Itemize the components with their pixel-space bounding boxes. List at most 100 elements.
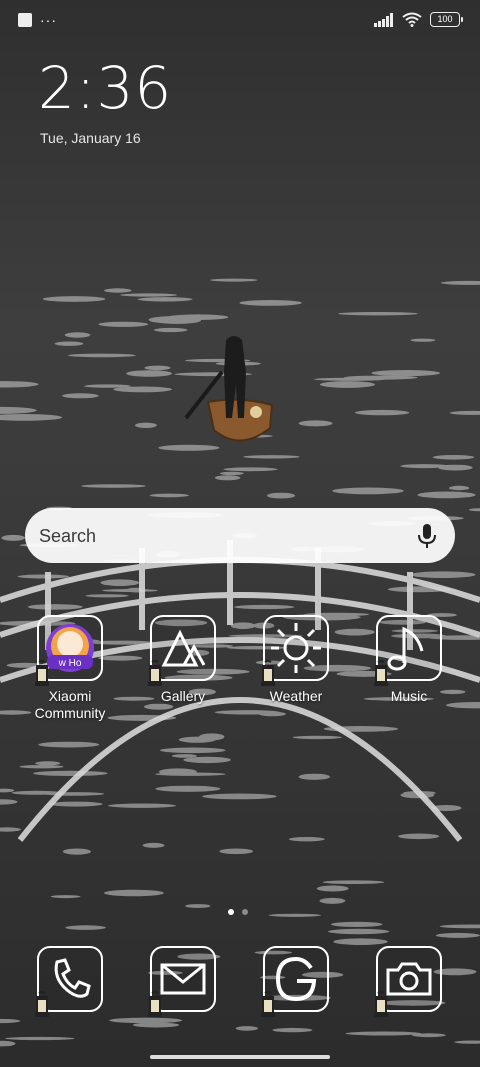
water-ripple: [153, 327, 188, 333]
water-ripple: [126, 370, 172, 377]
water-ripple: [316, 885, 349, 892]
water-ripple: [62, 848, 91, 855]
water-ripple: [102, 589, 158, 592]
water-ripple: [65, 925, 106, 930]
app-label: Gallery: [160, 688, 206, 704]
water-ripple: [85, 594, 129, 598]
water-ripple: [288, 837, 325, 842]
water-ripple: [104, 288, 132, 293]
weather-icon: [261, 615, 329, 686]
status-bar: ··· 100: [0, 0, 480, 44]
clock-time[interactable]: 2:36: [38, 54, 172, 122]
water-ripple: [113, 386, 172, 393]
water-ripple: [49, 801, 103, 807]
camera-icon: [374, 946, 442, 1017]
clock-date[interactable]: Tue, January 16: [40, 130, 141, 146]
app-label: Xiaomi Community: [34, 688, 106, 721]
water-ripple: [272, 1027, 313, 1033]
water-ripple: [160, 747, 226, 754]
microphone-icon[interactable]: [417, 523, 437, 549]
lantern-icon: [35, 660, 49, 686]
svg-text:w Ho: w Ho: [58, 658, 82, 669]
water-ripple: [314, 377, 386, 381]
water-ripple: [435, 932, 480, 938]
lantern-icon: [148, 991, 162, 1017]
app-xiaomi-community[interactable]: w Ho Xiaomi Community: [15, 615, 125, 722]
water-ripple: [100, 579, 140, 586]
water-ripple: [17, 574, 69, 579]
app-gallery[interactable]: Gallery: [128, 615, 238, 705]
search-placeholder: Search: [39, 526, 97, 546]
water-ripple: [319, 381, 376, 388]
app-weather[interactable]: Weather: [241, 615, 351, 705]
dock-phone[interactable]: [15, 946, 125, 1017]
water-ripple: [54, 341, 84, 346]
home-gesture-bar[interactable]: [150, 1055, 330, 1059]
water-ripple: [50, 895, 81, 899]
water-ripple: [322, 880, 385, 884]
dock-messages[interactable]: [128, 946, 238, 1017]
water-ripple: [202, 793, 277, 800]
water-ripple: [142, 842, 165, 848]
water-ripple: [120, 293, 178, 297]
lantern-icon: [374, 660, 388, 686]
lantern-icon: [261, 991, 275, 1017]
water-ripple: [148, 316, 190, 324]
water-ripple: [81, 484, 146, 488]
water-ripple: [64, 332, 91, 338]
water-ripple: [214, 475, 241, 481]
lantern-icon: [35, 991, 49, 1017]
app-music[interactable]: Music: [354, 615, 464, 705]
water-ripple: [67, 353, 136, 358]
signal-icon: [374, 12, 393, 27]
dock-browser[interactable]: [241, 946, 351, 1017]
water-ripple: [27, 604, 83, 610]
page-dot: [242, 909, 248, 915]
lantern-icon: [374, 991, 388, 1017]
water-ripple: [235, 1026, 258, 1031]
water-ripple: [412, 1033, 446, 1038]
water-ripple: [371, 370, 440, 377]
water-ripple: [185, 904, 211, 908]
water-ripple: [328, 928, 390, 935]
water-ripple: [298, 420, 333, 427]
mail-icon: [148, 946, 216, 1017]
water-ripple: [38, 741, 100, 748]
water-ripple: [132, 1022, 180, 1028]
water-ripple: [398, 833, 440, 840]
lantern-icon: [261, 660, 275, 686]
water-ripple: [438, 464, 473, 471]
page-indicator: [228, 909, 248, 915]
water-ripple: [267, 492, 295, 499]
dock-camera[interactable]: [354, 946, 464, 1017]
water-ripple: [219, 848, 254, 855]
water-ripple: [332, 487, 404, 495]
wifi-icon: [402, 12, 422, 27]
water-ripple: [219, 471, 244, 476]
battery-indicator: 100: [430, 12, 463, 27]
water-ripple: [35, 761, 61, 766]
water-ripple: [410, 571, 476, 578]
water-ripple: [98, 321, 149, 327]
page-dot-active: [228, 909, 234, 915]
water-ripple: [199, 733, 225, 741]
notification-icon: [18, 13, 32, 27]
music-icon: [374, 615, 442, 686]
water-ripple: [333, 938, 388, 945]
water-ripple: [223, 467, 278, 472]
water-ripple: [268, 913, 321, 917]
search-bar[interactable]: Search: [25, 508, 455, 563]
water-ripple: [410, 338, 436, 342]
water-ripple: [155, 772, 226, 776]
browser-icon: [261, 946, 329, 1017]
water-ripple: [62, 393, 99, 399]
gallery-icon: [148, 615, 216, 686]
app-label: Weather: [269, 688, 323, 704]
water-ripple: [155, 785, 221, 792]
lantern-icon: [148, 660, 162, 686]
water-ripple: [432, 455, 475, 460]
water-ripple: [5, 1036, 75, 1041]
water-ripple: [108, 803, 176, 808]
water-ripple: [243, 455, 300, 459]
water-ripple: [338, 312, 418, 316]
